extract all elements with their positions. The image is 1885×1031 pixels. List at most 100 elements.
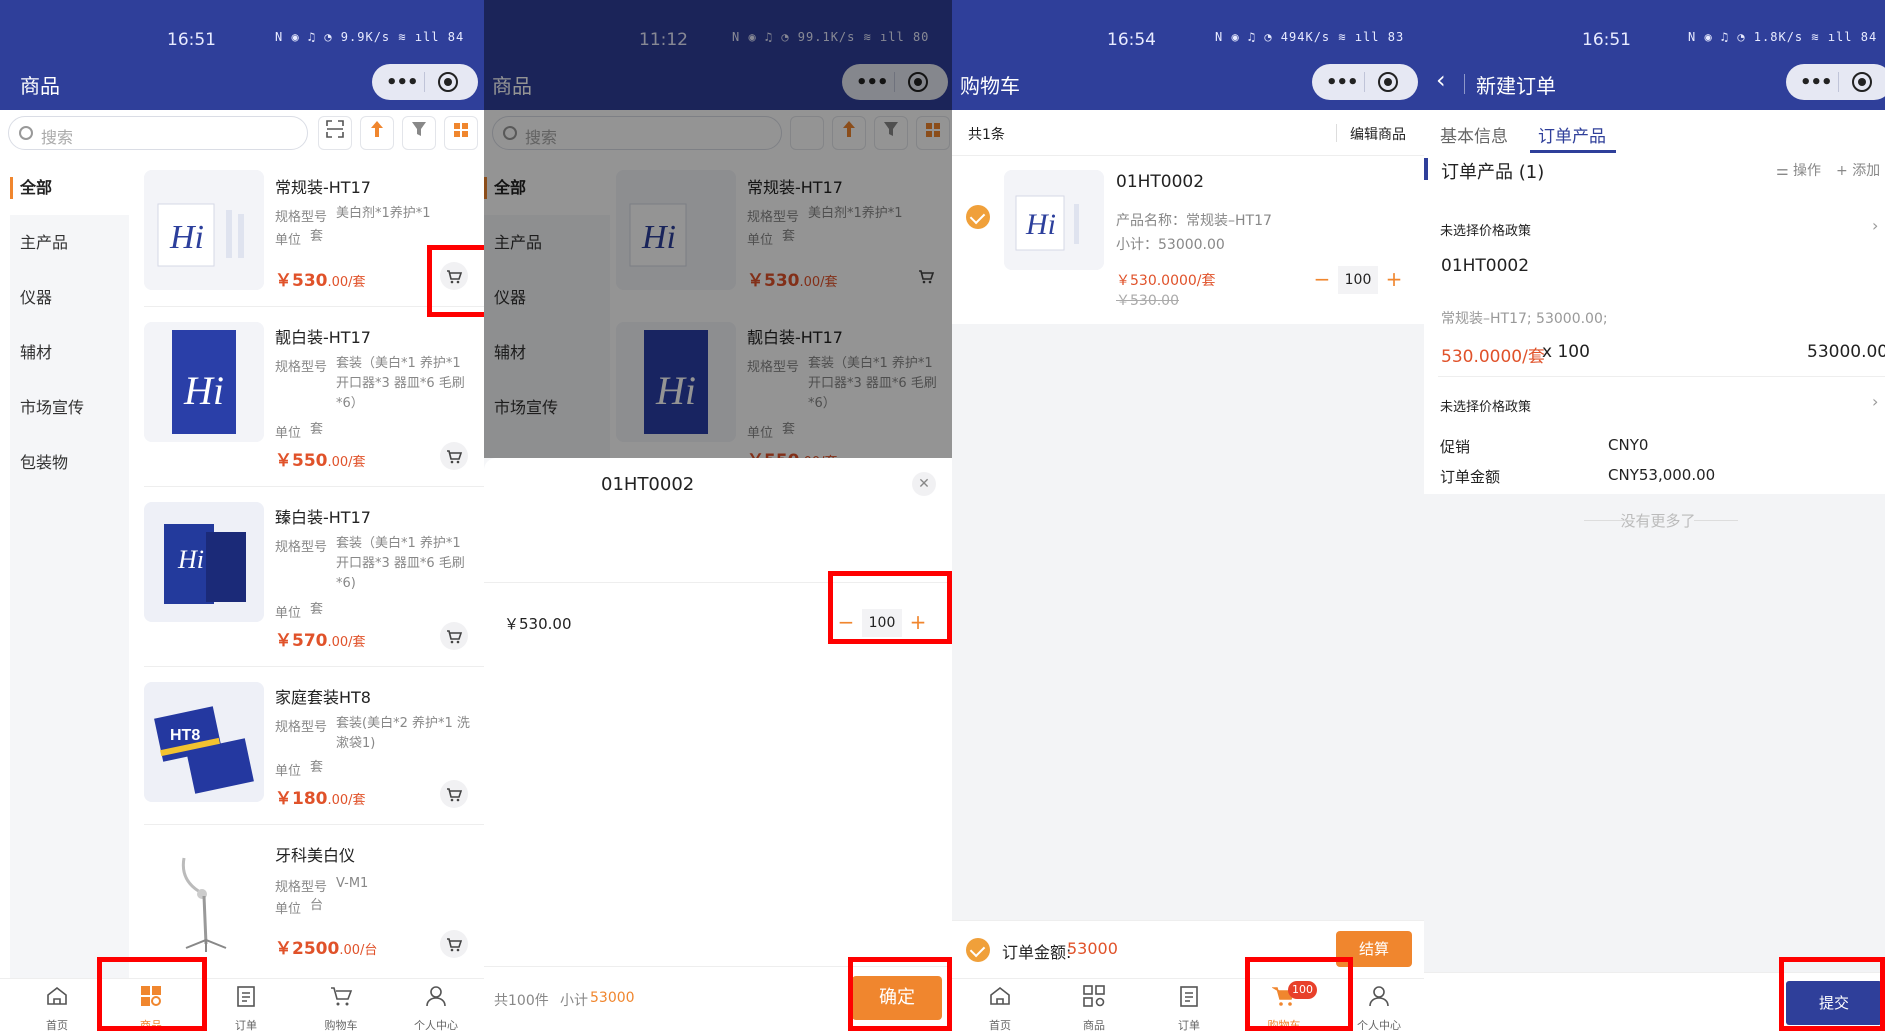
search-input[interactable]: 搜索 (8, 116, 308, 150)
sort-button[interactable] (360, 116, 394, 150)
home-icon (47, 986, 67, 1005)
decrease-button[interactable]: − (1308, 266, 1336, 294)
cart-count: 共1条 (968, 127, 1005, 143)
chevron-right-icon[interactable]: › (1872, 216, 1878, 235)
close-icon[interactable]: ✕ (912, 472, 936, 496)
tab-basic-info[interactable]: 基本信息 (1440, 122, 1508, 147)
highlight-box (848, 957, 952, 1031)
spec-label: 规格型号 (275, 720, 328, 735)
add-to-cart-button[interactable] (440, 930, 468, 958)
category-instruments[interactable]: 仪器 (10, 270, 129, 325)
tab-orders[interactable]: 订单 (206, 979, 286, 1031)
product-image[interactable]: HT8 (144, 682, 264, 802)
tab-profile[interactable]: 个人中心 (396, 979, 476, 1031)
unit-label: 单位 (275, 764, 302, 779)
order-product-code: 01HT0002 (1441, 256, 1530, 276)
spec-label: 规格型号 (275, 210, 328, 225)
close-miniprogram-icon[interactable] (1852, 72, 1872, 92)
category-all[interactable]: 全部 (10, 160, 129, 215)
more-icon[interactable]: ••• (386, 72, 419, 93)
grid-view-button[interactable] (444, 116, 478, 150)
svg-text:HT8: HT8 (170, 727, 200, 744)
new-order-screen: 16:51 N ◉ ♫ ◔ 1.8K/s ≋ ıll 84 ‹ 新建订单 •••… (1424, 0, 1885, 1031)
highlight-box (828, 571, 952, 644)
select-all-checkbox[interactable] (966, 938, 990, 962)
back-icon[interactable]: ‹ (1436, 66, 1446, 94)
close-miniprogram-icon[interactable] (438, 72, 458, 92)
chevron-right-icon[interactable]: › (1872, 392, 1878, 411)
product-image[interactable] (144, 840, 264, 960)
mini-program-capsule[interactable]: ••• (372, 64, 478, 100)
tab-order-products[interactable]: 订单产品 (1538, 122, 1606, 147)
more-icon[interactable]: ••• (1800, 72, 1833, 93)
tab-cart[interactable]: 购物车 (301, 979, 381, 1031)
product-image[interactable]: Hi (144, 322, 264, 442)
promo-label: 促销 (1440, 438, 1471, 456)
grid-icon (454, 123, 468, 137)
order-tabs: 基本信息 订单产品 (1424, 110, 1885, 154)
add-to-cart-button[interactable] (440, 622, 468, 650)
tab-orders[interactable]: 订单 (1149, 979, 1229, 1031)
spec-value: 套装（美白*1 养护*1 开口器*3 器皿*6 毛刷*6） (336, 356, 465, 411)
svg-text:Hi: Hi (183, 368, 224, 413)
promo-value: CNY0 (1608, 436, 1649, 454)
highlight-box (427, 245, 484, 317)
unit-label: 单位 (275, 606, 302, 621)
mini-program-capsule[interactable]: ••• (1312, 64, 1418, 100)
page-title: 新建订单 (1476, 74, 1556, 98)
operate-button[interactable]: ⚌ 操作 (1776, 160, 1821, 180)
category-marketing[interactable]: 市场宣传 (10, 380, 129, 435)
subtotal-value: 53000 (590, 990, 635, 1006)
product-image[interactable]: Hi (144, 502, 264, 622)
unit-value: 套 (310, 422, 324, 437)
status-bar: 16:51 N ◉ ♫ ◔ 1.8K/s ≋ ıll 84 (1424, 28, 1885, 52)
sheet-price: ￥530.00 (504, 615, 572, 633)
cart-icon (447, 450, 463, 464)
nav-bar: 16:51 N ◉ ♫ ◔ 9.9K/s ≋ ıll 84 商品 ••• (0, 0, 484, 110)
product-price: ￥550.00/套 (275, 451, 366, 471)
subtotal-label: 小计 (560, 993, 588, 1009)
svg-text:Hi: Hi (1025, 208, 1056, 241)
category-sidebar: 全部 主产品 仪器 辅材 市场宣传 包装物 (10, 160, 129, 980)
status-bar: 16:54 N ◉ ♫ ◔ 494K/s ≋ ıll 83 (952, 28, 1424, 52)
modal-overlay[interactable] (484, 0, 952, 458)
product-price: ￥180.00/套 (275, 789, 366, 809)
add-to-cart-button[interactable] (440, 442, 468, 470)
cart-icon (331, 987, 353, 1006)
category-accessories[interactable]: 辅材 (10, 325, 129, 380)
tab-products[interactable]: 商品 (1054, 979, 1134, 1031)
more-icon[interactable]: ••• (1326, 72, 1359, 93)
product-name: 靓白装-HT17 (275, 328, 371, 347)
filter-icon (412, 122, 426, 136)
item-checkbox[interactable] (966, 205, 990, 229)
home-icon (990, 986, 1010, 1005)
category-packaging[interactable]: 包装物 (10, 435, 129, 490)
close-miniprogram-icon[interactable] (1378, 72, 1398, 92)
cart-item: Hi 01HT0002 产品名称：常规装–HT17 小计：53000.00 ￥5… (952, 156, 1424, 324)
order-product-desc: 常规装–HT17; 53000.00; (1441, 311, 1608, 327)
mini-program-capsule[interactable]: ••• (1786, 64, 1885, 100)
edit-products-button[interactable]: 编辑商品 (1350, 124, 1406, 144)
increase-button[interactable]: + (1380, 266, 1408, 294)
category-main-products[interactable]: 主产品 (10, 215, 129, 270)
add-to-cart-button[interactable] (440, 780, 468, 808)
cart-icon (447, 788, 463, 802)
item-subtotal: 小计：53000.00 (1116, 237, 1225, 253)
spec-value: 套装（美白*1 养护*1 开口器*3 器皿*6 毛刷*6) (336, 536, 465, 591)
svg-text:Hi: Hi (169, 219, 204, 256)
section-title: 订单产品 (1) (1441, 162, 1545, 183)
profile-icon (1369, 986, 1389, 1007)
filter-button[interactable] (402, 116, 436, 150)
price-policy[interactable]: 未选择价格政策 (1440, 396, 1531, 415)
product-name: 臻白装-HT17 (275, 508, 371, 527)
tab-home[interactable]: 首页 (960, 979, 1040, 1031)
add-button[interactable]: + 添加 (1836, 160, 1880, 180)
scan-button[interactable] (318, 116, 352, 150)
cart-icon (447, 630, 463, 644)
price-policy[interactable]: 未选择价格政策 (1440, 220, 1531, 239)
product-image: Hi (1004, 170, 1104, 270)
product-image[interactable]: Hi (144, 170, 264, 290)
tab-home[interactable]: 首页 (17, 979, 97, 1031)
quantity-input[interactable]: 100 (1338, 266, 1378, 294)
status-time: 16:54 (1107, 30, 1156, 50)
